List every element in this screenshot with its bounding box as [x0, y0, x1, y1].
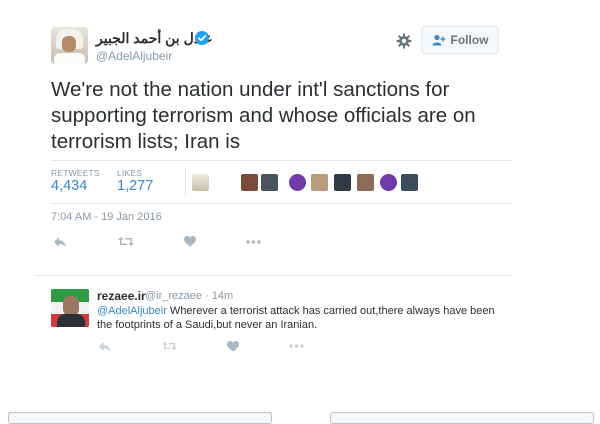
reply-icon[interactable]	[53, 236, 67, 248]
reply-author-handle[interactable]: @ir_rezaee	[145, 290, 202, 302]
reply-author-name[interactable]: rezaee.ir	[97, 289, 146, 303]
liker-avatar[interactable]	[311, 174, 328, 191]
stats-top-divider	[51, 160, 511, 161]
retweets-count[interactable]: 4,434	[51, 178, 87, 194]
follow-button-label: Follow	[450, 33, 489, 47]
heart-icon[interactable]	[227, 341, 239, 352]
reply-author-meta[interactable]: @ir_rezaee · 14m	[145, 290, 233, 302]
likes-label: LIKES	[117, 168, 143, 178]
liker-avatar[interactable]	[261, 174, 278, 191]
reply-divider	[34, 275, 512, 276]
author-avatar[interactable]	[51, 27, 88, 64]
retweets-label: RETWEETS	[51, 168, 100, 178]
embedded-card[interactable]	[330, 412, 594, 424]
reply-mention[interactable]: @AdelAljubeir	[97, 305, 167, 317]
gear-icon[interactable]	[396, 33, 412, 49]
liker-avatar[interactable]	[192, 174, 209, 191]
retweet-icon[interactable]	[118, 236, 134, 247]
stats-separator	[185, 168, 186, 196]
stats-bottom-divider	[51, 203, 511, 204]
embedded-card[interactable]	[8, 412, 272, 424]
liker-avatar[interactable]	[357, 174, 374, 191]
more-icon[interactable]	[289, 344, 304, 348]
verified-badge-icon	[195, 31, 209, 45]
follow-user-icon	[432, 34, 445, 46]
retweet-icon[interactable]	[162, 341, 177, 351]
reply-icon[interactable]	[98, 341, 111, 352]
tweet-timestamp[interactable]: 7:04 AM - 19 Jan 2016	[51, 211, 162, 223]
liker-avatar[interactable]	[380, 174, 397, 191]
liker-avatar[interactable]	[401, 174, 418, 191]
reply-author-avatar[interactable]	[51, 289, 89, 327]
reply-age: · 14m	[205, 290, 234, 302]
more-icon[interactable]	[246, 240, 261, 244]
follow-button[interactable]: Follow	[421, 26, 499, 54]
heart-icon[interactable]	[184, 236, 196, 247]
reply-text: @AdelAljubeir Wherever a terrorist attac…	[97, 304, 497, 332]
likes-count[interactable]: 1,277	[117, 178, 153, 194]
liker-avatar[interactable]	[241, 174, 258, 191]
author-handle[interactable]: @AdelAljubeir	[96, 49, 172, 63]
tweet-text: We're not the nation under int'l sanctio…	[51, 78, 476, 153]
liker-avatar[interactable]	[334, 174, 351, 191]
liker-avatar[interactable]	[289, 174, 306, 191]
